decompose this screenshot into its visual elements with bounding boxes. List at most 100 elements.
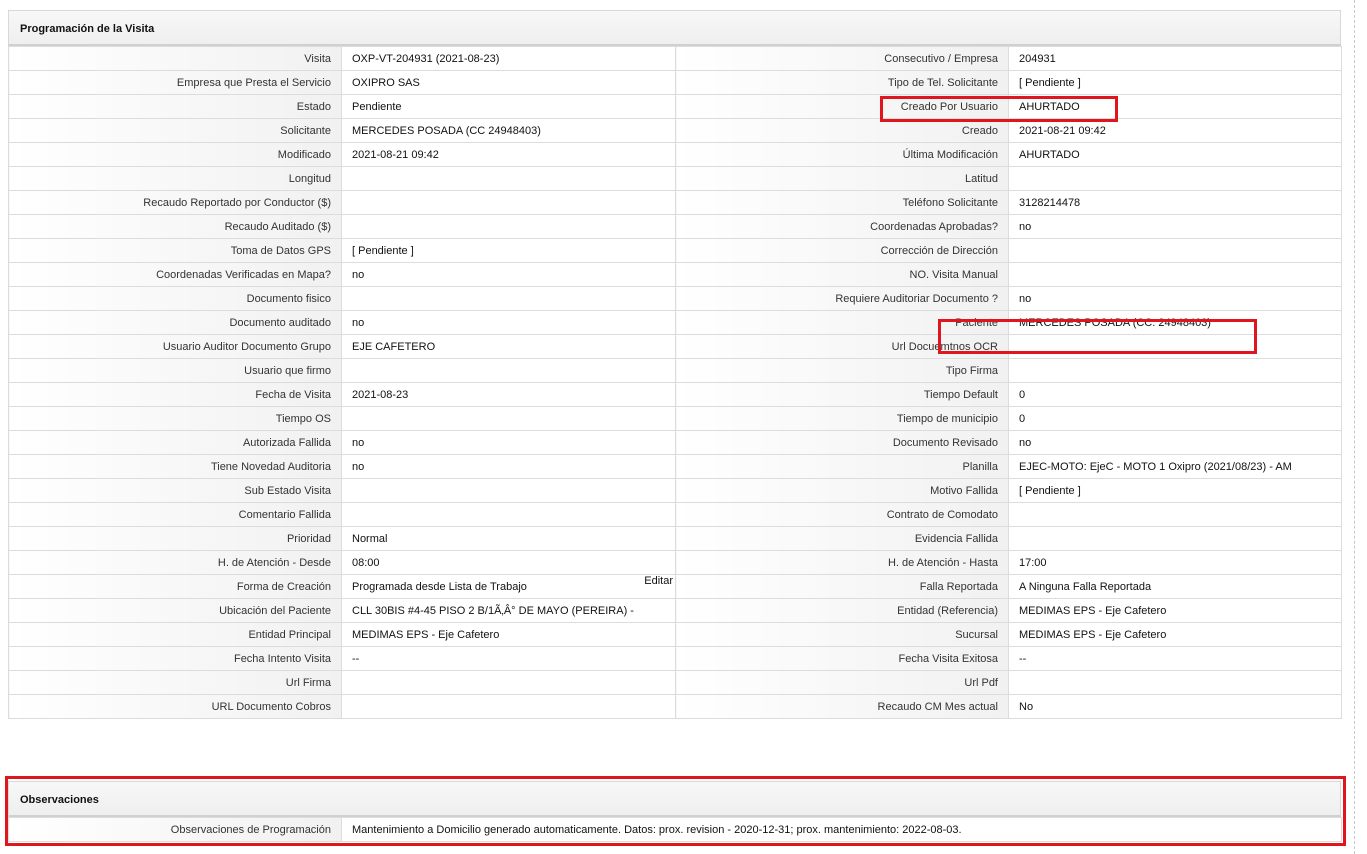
table-row: Recaudo Auditado ($) Coordenadas Aprobada… — [8, 214, 1342, 239]
field-label: Planilla — [675, 454, 1009, 479]
field-value: Pendiente — [341, 94, 676, 119]
field-value: no — [1008, 286, 1342, 311]
field-label: Latitud — [675, 166, 1009, 191]
edit-link[interactable]: Editar — [644, 575, 673, 587]
field-label: NO. Visita Manual — [675, 262, 1009, 287]
field-value — [341, 694, 676, 719]
field-value — [341, 478, 676, 503]
field-value — [1008, 166, 1342, 191]
field-value: MERCEDES POSADA (CC: 24948403) — [1008, 310, 1342, 335]
field-value: no — [1008, 430, 1342, 455]
field-value — [341, 190, 676, 215]
table-row: Tiene Novedad Auditoria no Planilla EJEC-M… — [8, 454, 1342, 479]
table-row: URL Documento Cobros Recaudo CM Mes actua… — [8, 694, 1342, 719]
field-label: Motivo Fallida — [675, 478, 1009, 503]
field-label: Url Pdf — [675, 670, 1009, 695]
table-row: Empresa que Presta el Servicio OXIPRO SAS… — [8, 70, 1342, 95]
table-row: Prioridad Normal Evidencia Fallida — [8, 526, 1342, 551]
observaciones-value: Mantenimiento a Domicilio generado autom… — [341, 817, 1342, 842]
field-value: no — [341, 454, 676, 479]
table-row: Fecha de Visita 2021-08-23 Tiempo Default… — [8, 382, 1342, 407]
field-value — [341, 358, 676, 383]
table-row: Solicitante MERCEDES POSADA (CC 24948403)… — [8, 118, 1342, 143]
field-label: Sucursal — [675, 622, 1009, 647]
field-label: Tipo Firma — [675, 358, 1009, 383]
field-value-text: Programada desde Lista de Trabajo — [352, 580, 527, 593]
programacion-header: Programación de la Visita — [8, 10, 1341, 46]
field-label: Comentario Fallida — [8, 502, 342, 527]
field-label: Url Docuemtnos OCR — [675, 334, 1009, 359]
field-value: CLL 30BIS #4-45 PISO 2 B/1Ã‚Â° DE MAYO (… — [341, 598, 676, 623]
field-label: Coordenadas Verificadas en Mapa? — [8, 262, 342, 287]
field-label: Longitud — [8, 166, 342, 191]
table-row: Observaciones de Programación Mantenimie… — [8, 817, 1342, 842]
field-label: Requiere Auditoriar Documento ? — [675, 286, 1009, 311]
field-label: Recaudo CM Mes actual — [675, 694, 1009, 719]
table-row: Forma de Creación Programada desde Lista … — [8, 574, 1342, 599]
field-label: Url Firma — [8, 670, 342, 695]
table-row: Entidad Principal MEDIMAS EPS - Eje Cafet… — [8, 622, 1342, 647]
field-value — [341, 166, 676, 191]
table-row: Visita OXP-VT-204931 (2021-08-23) Consecut… — [8, 46, 1342, 71]
field-label: Usuario Auditor Documento Grupo — [8, 334, 342, 359]
field-value: MEDIMAS EPS - Eje Cafetero — [1008, 622, 1342, 647]
field-value: 2021-08-23 — [341, 382, 676, 407]
field-value: AHURTADO — [1008, 142, 1342, 167]
field-value — [1008, 670, 1342, 695]
field-value — [1008, 262, 1342, 287]
field-value: 0 — [1008, 382, 1342, 407]
field-label: Recaudo Auditado ($) — [8, 214, 342, 239]
table-row: Comentario Fallida Contrato de Comodato — [8, 502, 1342, 527]
field-value — [1008, 526, 1342, 551]
field-label: Tiempo Default — [675, 382, 1009, 407]
field-label: Paciente — [675, 310, 1009, 335]
table-row: Fecha Intento Visita -- Fecha Visita Exit… — [8, 646, 1342, 671]
field-value: OXIPRO SAS — [341, 70, 676, 95]
observaciones-panel: Observaciones Observaciones de Programac… — [8, 781, 1342, 842]
field-label: Entidad Principal — [8, 622, 342, 647]
field-value: no — [341, 262, 676, 287]
field-value: 204931 — [1008, 46, 1342, 71]
table-row: Estado Pendiente Creado Por Usuario AHURTAD… — [8, 94, 1342, 119]
field-value — [341, 670, 676, 695]
field-value: No — [1008, 694, 1342, 719]
field-label: H. de Atención - Hasta — [675, 550, 1009, 575]
field-value: 08:00 — [341, 550, 676, 575]
field-label: Prioridad — [8, 526, 342, 551]
field-value: -- — [1008, 646, 1342, 671]
field-value: Normal — [341, 526, 676, 551]
field-label: H. de Atención - Desde — [8, 550, 342, 575]
observaciones-label: Observaciones de Programación — [8, 817, 342, 842]
field-label: Estado — [8, 94, 342, 119]
field-label: Visita — [8, 46, 342, 71]
field-value — [341, 214, 676, 239]
table-row: Coordenadas Verificadas en Mapa? no NO. V… — [8, 262, 1342, 287]
field-value: AHURTADO — [1008, 94, 1342, 119]
field-label: Documento auditado — [8, 310, 342, 335]
field-label: Última Modificación — [675, 142, 1009, 167]
table-row: Modificado 2021-08-21 09:42 Última Modific… — [8, 142, 1342, 167]
table-row: Ubicación del Paciente CLL 30BIS #4-45 PI… — [8, 598, 1342, 623]
field-value: no — [341, 310, 676, 335]
field-label: Recaudo Reportado por Conductor ($) — [8, 190, 342, 215]
field-label: Documento Revisado — [675, 430, 1009, 455]
table-row: Usuario Auditor Documento Grupo EJE CAFET… — [8, 334, 1342, 359]
field-value: 3128214478 — [1008, 190, 1342, 215]
field-label: Coordenadas Aprobadas? — [675, 214, 1009, 239]
field-value: EJEC-MOTO: EjeC - MOTO 1 Oxipro (2021/08… — [1008, 454, 1342, 479]
table-row: Recaudo Reportado por Conductor ($) Teléf… — [8, 190, 1342, 215]
field-value: -- — [341, 646, 676, 671]
field-value — [341, 286, 676, 311]
field-value: MERCEDES POSADA (CC 24948403) — [341, 118, 676, 143]
field-label: Modificado — [8, 142, 342, 167]
field-value: EJE CAFETERO — [341, 334, 676, 359]
field-value — [341, 502, 676, 527]
field-label: Falla Reportada — [675, 574, 1009, 599]
observaciones-header: Observaciones — [8, 781, 1341, 817]
field-label: Evidencia Fallida — [675, 526, 1009, 551]
field-label: Usuario que firmo — [8, 358, 342, 383]
field-label: Sub Estado Visita — [8, 478, 342, 503]
field-value — [1008, 238, 1342, 263]
field-label: Teléfono Solicitante — [675, 190, 1009, 215]
field-label: Documento fisico — [8, 286, 342, 311]
